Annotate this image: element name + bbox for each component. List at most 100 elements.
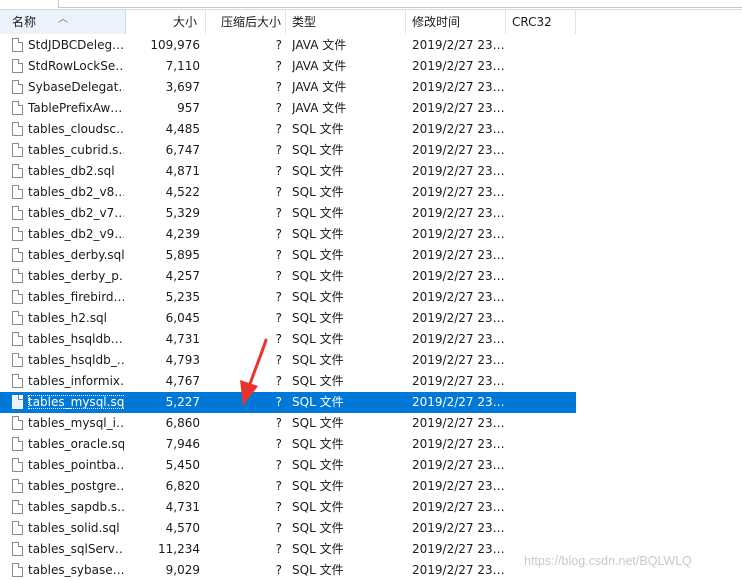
file-packed-size: ? bbox=[275, 500, 282, 514]
file-name-text: tables_db2.sql bbox=[28, 164, 115, 178]
file-packed-size: ? bbox=[275, 185, 282, 199]
file-type: SQL 文件 bbox=[292, 206, 344, 220]
file-row[interactable]: tables_informix… 4,767? SQL 文件 2019/2/27 23… bbox=[0, 371, 576, 392]
file-modified: 2019/2/27 23… bbox=[412, 374, 504, 388]
file-crc32 bbox=[512, 392, 572, 413]
file-crc32 bbox=[512, 413, 572, 434]
file-size: 4,522 bbox=[165, 185, 200, 199]
file-type: SQL 文件 bbox=[292, 353, 344, 367]
file-row[interactable]: tables_sapdb.s… 4,731? SQL 文件 2019/2/27 23… bbox=[0, 497, 576, 518]
file-name-text: tables_sapdb.s… bbox=[28, 500, 124, 514]
file-crc32 bbox=[512, 497, 572, 518]
file-modified: 2019/2/27 23… bbox=[412, 290, 504, 304]
file-row[interactable]: tables_derby_p… 4,257? SQL 文件 2019/2/27 23… bbox=[0, 266, 576, 287]
file-size: 7,946 bbox=[165, 437, 200, 451]
file-type: SQL 文件 bbox=[292, 122, 344, 136]
file-size: 6,860 bbox=[165, 416, 200, 430]
file-row[interactable]: tables_solid.sql 4,570? SQL 文件 2019/2/27 23… bbox=[0, 518, 576, 539]
address-bar-field[interactable] bbox=[58, 0, 742, 8]
file-crc32 bbox=[512, 371, 572, 392]
file-row[interactable]: tables_db2_v9… 4,239? SQL 文件 2019/2/27 23… bbox=[0, 224, 576, 245]
file-row[interactable]: tables_sqlServ… 11,234? SQL 文件 2019/2/27 23… bbox=[0, 539, 576, 560]
file-size: 4,767 bbox=[165, 374, 200, 388]
file-modified: 2019/2/27 23… bbox=[412, 185, 504, 199]
file-packed-size: ? bbox=[275, 311, 282, 325]
file-crc32 bbox=[512, 455, 572, 476]
file-size: 5,450 bbox=[165, 458, 200, 472]
file-name: tables_mysql.sql bbox=[27, 392, 124, 413]
file-name-text: TablePrefixAw… bbox=[28, 101, 123, 115]
file-modified: 2019/2/27 23… bbox=[412, 500, 504, 514]
file-modified: 2019/2/27 23… bbox=[412, 59, 504, 73]
address-bar[interactable] bbox=[0, 0, 742, 10]
file-row[interactable]: tables_hsqldb… 4,731? SQL 文件 2019/2/27 23… bbox=[0, 329, 576, 350]
file-row[interactable]: tables_derby.sql 5,895? SQL 文件 2019/2/27 23… bbox=[0, 245, 576, 266]
file-icon bbox=[11, 182, 25, 203]
file-crc32 bbox=[512, 119, 572, 140]
file-name-text: tables_cubrid.s… bbox=[28, 143, 124, 157]
file-icon bbox=[11, 560, 25, 581]
file-row[interactable]: StdRowLockSe… 7,110? JAVA 文件 2019/2/27 23… bbox=[0, 56, 576, 77]
column-header-size[interactable]: 大小 bbox=[126, 10, 206, 34]
file-row[interactable]: tables_sybase… 9,029? SQL 文件 2019/2/27 23… bbox=[0, 560, 576, 581]
file-row[interactable]: tables_cubrid.s… 6,747? SQL 文件 2019/2/27 23… bbox=[0, 140, 576, 161]
file-packed-size: ? bbox=[275, 248, 282, 262]
file-row[interactable]: tables_postgre… 6,820? SQL 文件 2019/2/27 23… bbox=[0, 476, 576, 497]
file-name: tables_db2_v7… bbox=[27, 203, 124, 224]
file-name: tables_db2_v9… bbox=[27, 224, 124, 245]
file-icon bbox=[11, 224, 25, 245]
file-type: JAVA 文件 bbox=[292, 59, 347, 73]
file-packed-size: ? bbox=[275, 227, 282, 241]
file-row[interactable]: tables_db2_v7… 5,329? SQL 文件 2019/2/27 23… bbox=[0, 203, 576, 224]
file-crc32 bbox=[512, 182, 572, 203]
file-name: TablePrefixAw… bbox=[27, 98, 124, 119]
file-name-text: StdJDBCDeleg… bbox=[28, 38, 124, 52]
file-name-text: tables_informix… bbox=[28, 374, 124, 388]
file-type: SQL 文件 bbox=[292, 185, 344, 199]
file-modified: 2019/2/27 23… bbox=[412, 269, 504, 283]
file-name-text: tables_firebird… bbox=[28, 290, 124, 304]
file-row[interactable]: tables_oracle.sql 7,946? SQL 文件 2019/2/27 2… bbox=[0, 434, 576, 455]
file-packed-size: ? bbox=[275, 542, 282, 556]
file-row[interactable]: TablePrefixAw… 957? JAVA 文件 2019/2/27 23… bbox=[0, 98, 576, 119]
file-row[interactable]: tables_pointba… 5,450? SQL 文件 2019/2/27 23… bbox=[0, 455, 576, 476]
column-header-crc32[interactable]: CRC32 bbox=[506, 10, 576, 34]
file-name-text: tables_mysql_i… bbox=[28, 416, 124, 430]
file-packed-size: ? bbox=[275, 332, 282, 346]
column-header-type[interactable]: 类型 bbox=[286, 10, 406, 34]
file-icon bbox=[11, 35, 25, 56]
column-header-packed-size[interactable]: 压缩后大小 bbox=[206, 10, 286, 34]
file-icon bbox=[11, 98, 25, 119]
file-icon bbox=[11, 203, 25, 224]
file-row[interactable]: tables_db2_v8… 4,522? SQL 文件 2019/2/27 23… bbox=[0, 182, 576, 203]
file-row[interactable]: StdJDBCDeleg… 109,976? JAVA 文件 2019/2/27 23… bbox=[0, 35, 576, 56]
file-row-selected[interactable]: tables_mysql.sql 5,227? SQL 文件 2019/2/27 23… bbox=[0, 392, 576, 413]
file-packed-size: ? bbox=[275, 122, 282, 136]
file-icon bbox=[11, 413, 25, 434]
column-header-modified[interactable]: 修改时间 bbox=[406, 10, 506, 34]
file-type: SQL 文件 bbox=[292, 164, 344, 178]
file-row[interactable]: SybaseDelegat… 3,697? JAVA 文件 2019/2/27 23… bbox=[0, 77, 576, 98]
file-icon bbox=[11, 476, 25, 497]
file-row[interactable]: tables_hsqldb_… 4,793? SQL 文件 2019/2/27 23… bbox=[0, 350, 576, 371]
file-size: 4,731 bbox=[165, 332, 200, 346]
file-modified: 2019/2/27 23… bbox=[412, 542, 504, 556]
file-icon bbox=[11, 371, 25, 392]
file-row[interactable]: tables_db2.sql 4,871? SQL 文件 2019/2/27 23… bbox=[0, 161, 576, 182]
file-row[interactable]: tables_mysql_i… 6,860? SQL 文件 2019/2/27 23… bbox=[0, 413, 576, 434]
file-crc32 bbox=[512, 35, 572, 56]
file-crc32 bbox=[512, 266, 572, 287]
file-name: tables_cloudsc… bbox=[27, 119, 124, 140]
file-icon bbox=[11, 245, 25, 266]
column-header-name[interactable]: ︿ 名称 bbox=[0, 10, 126, 34]
file-name-text: tables_derby.sql bbox=[28, 248, 124, 262]
file-row[interactable]: tables_cloudsc… 4,485? SQL 文件 2019/2/27 23… bbox=[0, 119, 576, 140]
file-row[interactable]: tables_h2.sql 6,045? SQL 文件 2019/2/27 23… bbox=[0, 308, 576, 329]
file-name-text: SybaseDelegat… bbox=[28, 80, 124, 94]
file-packed-size: ? bbox=[275, 437, 282, 451]
file-packed-size: ? bbox=[275, 353, 282, 367]
file-packed-size: ? bbox=[275, 269, 282, 283]
file-row[interactable]: tables_firebird… 5,235? SQL 文件 2019/2/27 23… bbox=[0, 287, 576, 308]
file-size: 4,570 bbox=[165, 521, 200, 535]
file-name-text: tables_sqlServ… bbox=[28, 542, 124, 556]
